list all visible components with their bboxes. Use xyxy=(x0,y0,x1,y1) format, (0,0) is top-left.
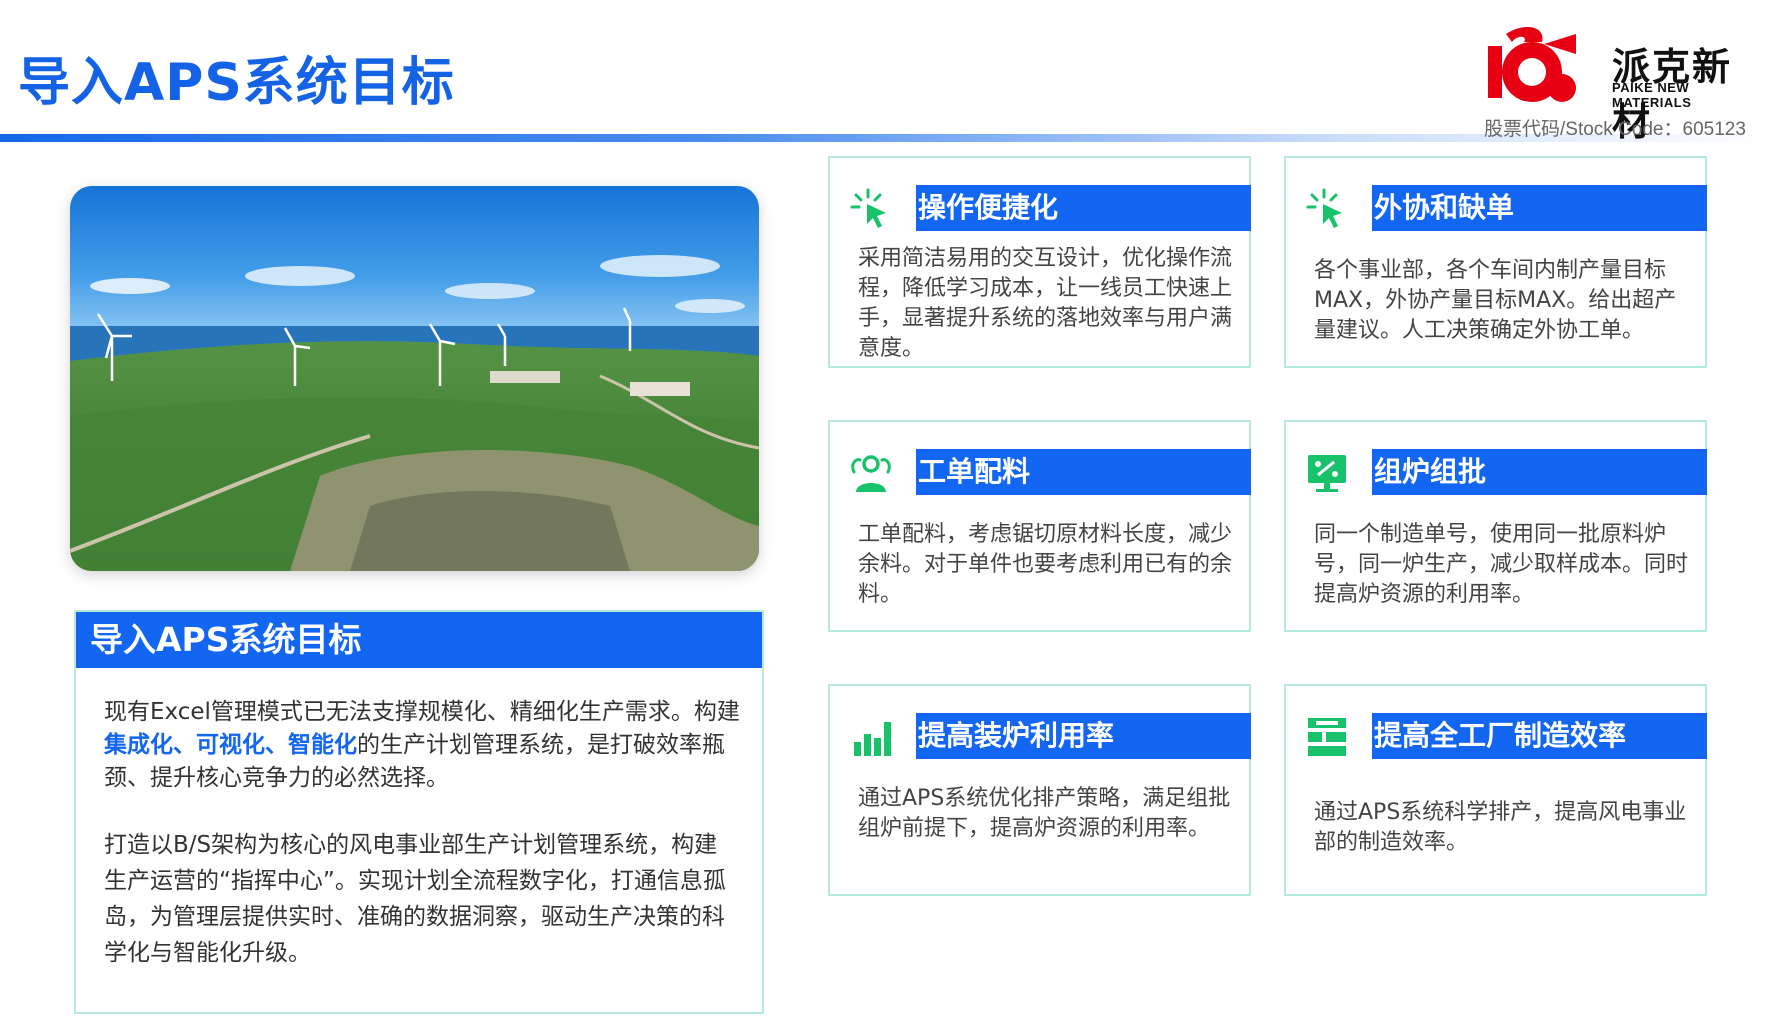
goal-text-highlight: 集成化、可视化、智能化 xyxy=(104,732,357,758)
page-title: 导入APS系统目标 xyxy=(18,53,455,113)
card-furnace-batch: 组炉组批 同一个制造单号，使用同一批原料炉号，同一炉生产，减少取样成本。同时提高… xyxy=(1284,420,1707,632)
logo-text-en: PAIKE NEW MATERIALS xyxy=(1612,80,1692,110)
card-title: 操作便捷化 xyxy=(916,185,1251,231)
goal-panel-body: 现有Excel管理模式已无法支撑规模化、精细化生产需求。构建集成化、可视化、智能… xyxy=(104,696,740,971)
goal-panel-heading: 导入APS系统目标 xyxy=(76,612,762,668)
card-description: 工单配料，考虑锯切原材料长度，减少余料。对于单件也要考虑利用已有的余料。 xyxy=(858,522,1233,607)
card-description: 各个事业部，各个车间内制产量目标MAX，外协产量目标MAX。给出超产量建议。人工… xyxy=(1314,258,1677,343)
bar-chart-icon xyxy=(848,714,894,760)
wind-farm-landscape-image xyxy=(70,186,759,571)
goal-text-lead: 现有Excel管理模式已无法支撑规模化、精细化生产需求。构建 xyxy=(104,699,740,725)
team-users-icon xyxy=(848,450,894,496)
stock-code: 股票代码/Stock Code：605123 xyxy=(1484,119,1746,140)
goal-paragraph-1: 现有Excel管理模式已无法支撑规模化、精细化生产需求。构建集成化、可视化、智能… xyxy=(104,696,740,795)
card-operation-convenience: 操作便捷化 采用简洁易用的交互设计，优化操作流程，降低学习成本，让一线员工快速上… xyxy=(828,156,1251,368)
card-title: 提高全工厂制造效率 xyxy=(1372,713,1707,759)
presentation-board-icon xyxy=(1304,450,1350,496)
card-description: 同一个制造单号，使用同一批原料炉号，同一炉生产，减少取样成本。同时提高炉资源的利… xyxy=(1314,522,1689,607)
card-description: 通过APS系统优化排产策略，满足组批组炉前提下，提高炉资源的利用率。 xyxy=(858,786,1231,841)
card-factory-efficiency: 提高全工厂制造效率 通过APS系统科学排产，提高风电事业部的制造效率。 xyxy=(1284,684,1707,896)
card-work-order-material: 工单配料 工单配料，考虑锯切原材料长度，减少余料。对于单件也要考虑利用已有的余料… xyxy=(828,420,1251,632)
company-logo-icon xyxy=(1484,24,1580,106)
goal-paragraph-2: 打造以B/S架构为核心的风电事业部生产计划管理系统，构建生产运营的“指挥中心”。… xyxy=(104,832,726,966)
card-title: 工单配料 xyxy=(916,449,1251,495)
card-furnace-utilization: 提高装炉利用率 通过APS系统优化排产策略，满足组批组炉前提下，提高炉资源的利用… xyxy=(828,684,1251,896)
card-description: 通过APS系统科学排产，提高风电事业部的制造效率。 xyxy=(1314,800,1687,855)
process-flow-icon xyxy=(1304,714,1350,760)
card-title: 提高装炉利用率 xyxy=(916,713,1251,759)
card-title: 组炉组批 xyxy=(1372,449,1707,495)
card-outsourcing: 外协和缺单 各个事业部，各个车间内制产量目标MAX，外协产量目标MAX。给出超产… xyxy=(1284,156,1707,368)
cursor-click-icon xyxy=(848,186,894,232)
goal-panel: 导入APS系统目标 现有Excel管理模式已无法支撑规模化、精细化生产需求。构建… xyxy=(74,610,764,1014)
card-title: 外协和缺单 xyxy=(1372,185,1707,231)
cursor-click-icon xyxy=(1304,186,1350,232)
card-description: 采用简洁易用的交互设计，优化操作流程，降低学习成本，让一线员工快速上手，显著提升… xyxy=(858,246,1233,361)
